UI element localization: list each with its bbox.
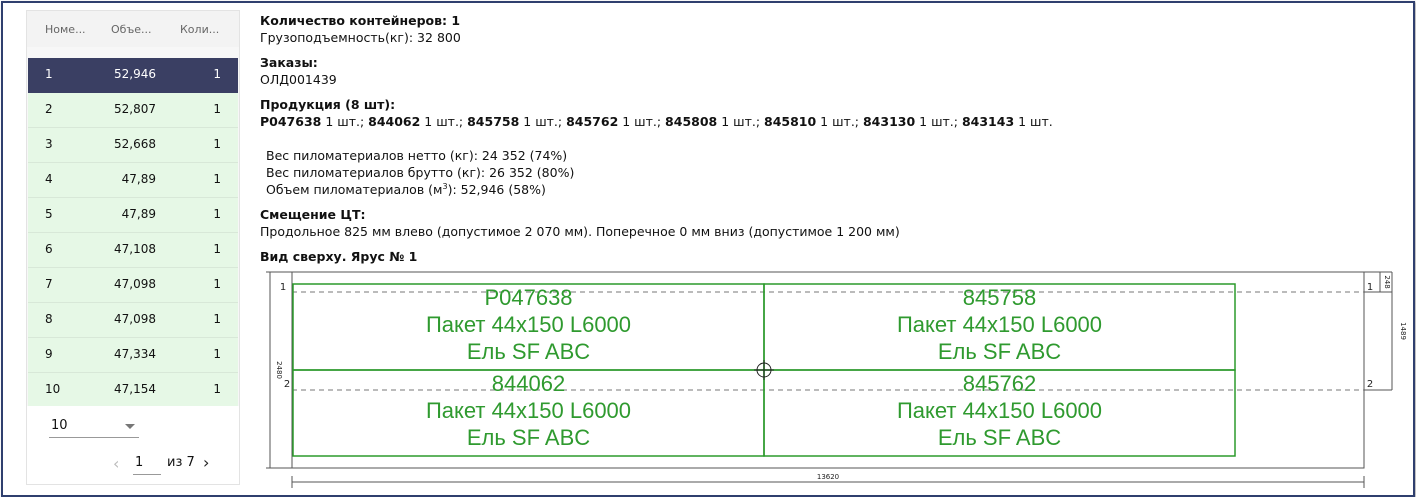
package-name: Пакет 44x150 L6000 (426, 312, 631, 337)
package-species: Ель SF ABC (467, 425, 590, 450)
row-2-left-label: 2 (284, 379, 290, 390)
row-1-right-label: 1 (1367, 282, 1373, 293)
package-name: Пакет 44x150 L6000 (426, 398, 631, 423)
top-view-diagram: 2480 13620 248 1489 1 2 1 2 P047638Пакет… (266, 271, 1407, 488)
package-name: Пакет 44x150 L6000 (897, 312, 1102, 337)
right-dimension-main-label: 1489 (1399, 322, 1407, 340)
package-code: P047638 (484, 285, 572, 310)
right-dimension-small-label: 248 (1383, 275, 1391, 288)
center-of-gravity-icon (754, 360, 774, 380)
package-code: 844062 (492, 371, 565, 396)
row-1-left-label: 1 (280, 282, 286, 293)
width-dimension-label: 2480 (275, 361, 283, 379)
package-species: Ель SF ABC (938, 425, 1061, 450)
package-code: 845762 (963, 371, 1036, 396)
length-dimension-label: 13620 (817, 473, 839, 481)
package-species: Ель SF ABC (467, 339, 590, 364)
package-block[interactable]: 844062Пакет 44x150 L6000Ель SF ABC (292, 369, 765, 457)
package-species: Ель SF ABC (938, 339, 1061, 364)
package-code: 845758 (963, 285, 1036, 310)
package-block[interactable]: 845758Пакет 44x150 L6000Ель SF ABC (763, 283, 1236, 371)
package-name: Пакет 44x150 L6000 (897, 398, 1102, 423)
row-2-right-label: 2 (1367, 379, 1373, 390)
package-block[interactable]: P047638Пакет 44x150 L6000Ель SF ABC (292, 283, 765, 371)
package-block[interactable]: 845762Пакет 44x150 L6000Ель SF ABC (763, 369, 1236, 457)
